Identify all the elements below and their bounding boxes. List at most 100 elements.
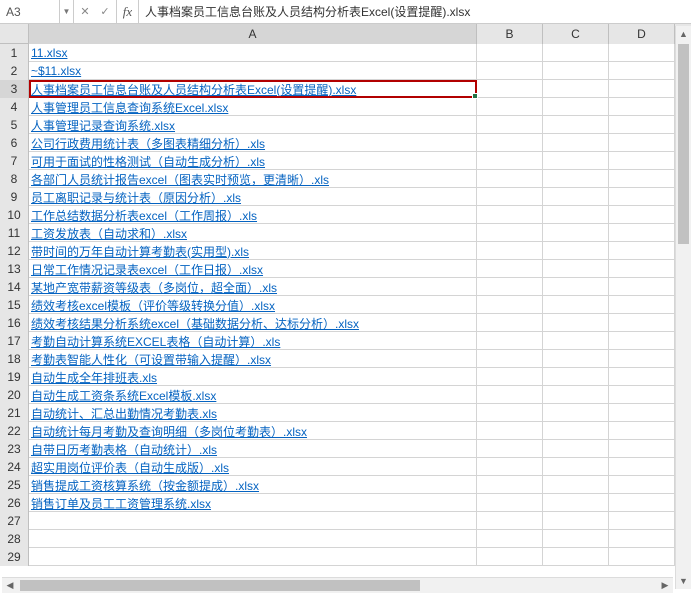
cell[interactable] xyxy=(609,314,675,332)
cell[interactable] xyxy=(543,440,609,458)
file-link[interactable]: 考勤表智能人性化（可设置带输入提醒）.xlsx xyxy=(31,351,271,368)
cell[interactable] xyxy=(477,350,543,368)
chevron-down-icon[interactable]: ▼ xyxy=(60,0,74,23)
cell[interactable] xyxy=(543,116,609,134)
cell[interactable] xyxy=(543,386,609,404)
cell[interactable] xyxy=(543,512,609,530)
cell[interactable] xyxy=(29,548,477,566)
cell[interactable] xyxy=(477,260,543,278)
file-link[interactable]: 某地产宽带薪资等级表（多岗位，超全面）.xls xyxy=(31,279,277,296)
cell[interactable] xyxy=(609,458,675,476)
scroll-left-icon[interactable]: ◀ xyxy=(2,578,18,593)
cell[interactable]: 11.xlsx xyxy=(29,44,477,62)
file-link[interactable]: 各部门人员统计报告excel（图表实时预览，更清晰）.xls xyxy=(31,171,329,188)
cell[interactable] xyxy=(477,368,543,386)
cell[interactable] xyxy=(543,260,609,278)
cell[interactable] xyxy=(477,512,543,530)
cell[interactable]: 人事管理员工信息查询系统Excel.xlsx xyxy=(29,98,477,116)
cell[interactable] xyxy=(477,152,543,170)
file-link[interactable]: 自动统计、汇总出勤情况考勤表.xls xyxy=(31,405,217,422)
row-header[interactable]: 8 xyxy=(0,170,29,188)
row-header[interactable]: 12 xyxy=(0,242,29,260)
cell[interactable] xyxy=(609,350,675,368)
file-link[interactable]: 销售提成工资核算系统（按金额提成）.xlsx xyxy=(31,477,259,494)
file-link[interactable]: 带时间的万年自动计算考勤表(实用型).xls xyxy=(31,243,249,260)
cell[interactable] xyxy=(543,476,609,494)
cell[interactable] xyxy=(477,404,543,422)
cell[interactable]: 人事档案员工信息台账及人员结构分析表Excel(设置提醒).xlsx xyxy=(29,80,477,98)
cell[interactable] xyxy=(543,98,609,116)
file-link[interactable]: 日常工作情况记录表excel（工作日报）.xlsx xyxy=(31,261,263,278)
cell[interactable]: ~$11.xlsx xyxy=(29,62,477,80)
file-link[interactable]: 销售订单及员工工资管理系统.xlsx xyxy=(31,495,211,512)
file-link[interactable]: 可用于面试的性格测试（自动生成分析）.xls xyxy=(31,153,265,170)
cell[interactable]: 超实用岗位评价表（自动生成版）.xls xyxy=(29,458,477,476)
row-header[interactable]: 28 xyxy=(0,530,29,548)
formula-input[interactable] xyxy=(139,0,691,23)
cell[interactable]: 考勤自动计算系统EXCEL表格（自动计算）.xls xyxy=(29,332,477,350)
cell[interactable] xyxy=(477,296,543,314)
horizontal-scrollbar[interactable]: ◀ ▶ xyxy=(2,577,673,593)
cell[interactable]: 自动统计、汇总出勤情况考勤表.xls xyxy=(29,404,477,422)
file-link[interactable]: 人事管理员工信息查询系统Excel.xlsx xyxy=(31,99,228,116)
cell[interactable]: 自带日历考勤表格（自动统计）.xls xyxy=(29,440,477,458)
cell[interactable] xyxy=(543,278,609,296)
column-header-C[interactable]: C xyxy=(543,24,609,44)
cell[interactable] xyxy=(477,170,543,188)
cell[interactable] xyxy=(609,332,675,350)
cell[interactable] xyxy=(477,224,543,242)
cell[interactable]: 可用于面试的性格测试（自动生成分析）.xls xyxy=(29,152,477,170)
cell[interactable]: 销售提成工资核算系统（按金额提成）.xlsx xyxy=(29,476,477,494)
cell[interactable] xyxy=(477,116,543,134)
file-link[interactable]: 工资发放表（自动求和）.xlsx xyxy=(31,225,187,242)
cell[interactable] xyxy=(543,62,609,80)
row-header[interactable]: 9 xyxy=(0,188,29,206)
file-link[interactable]: 绩效考核结果分析系统excel（基础数据分析、达标分析）.xlsx xyxy=(31,315,359,332)
cell[interactable] xyxy=(609,242,675,260)
cell[interactable] xyxy=(477,494,543,512)
cell[interactable] xyxy=(543,494,609,512)
row-header[interactable]: 24 xyxy=(0,458,29,476)
cell[interactable] xyxy=(543,152,609,170)
scroll-down-icon[interactable]: ▼ xyxy=(676,573,691,589)
cell[interactable] xyxy=(543,422,609,440)
row-header[interactable]: 6 xyxy=(0,134,29,152)
cell[interactable]: 公司行政费用统计表（多图表精细分析）.xls xyxy=(29,134,477,152)
cell[interactable]: 员工离职记录与统计表（原因分析）.xls xyxy=(29,188,477,206)
cell[interactable] xyxy=(609,116,675,134)
row-header[interactable]: 29 xyxy=(0,548,29,566)
cell[interactable] xyxy=(477,386,543,404)
row-header[interactable]: 14 xyxy=(0,278,29,296)
row-header[interactable]: 16 xyxy=(0,314,29,332)
row-header[interactable]: 21 xyxy=(0,404,29,422)
cell[interactable] xyxy=(543,44,609,62)
row-header[interactable]: 4 xyxy=(0,98,29,116)
file-link[interactable]: 11.xlsx xyxy=(31,46,67,60)
scroll-right-icon[interactable]: ▶ xyxy=(657,578,673,593)
cell[interactable] xyxy=(477,62,543,80)
row-header[interactable]: 18 xyxy=(0,350,29,368)
file-link[interactable]: 自带日历考勤表格（自动统计）.xls xyxy=(31,441,217,458)
cell[interactable] xyxy=(477,44,543,62)
cell[interactable]: 某地产宽带薪资等级表（多岗位，超全面）.xls xyxy=(29,278,477,296)
cell[interactable] xyxy=(477,80,543,98)
cell[interactable] xyxy=(477,422,543,440)
name-box[interactable]: A3 xyxy=(0,0,60,23)
cell[interactable] xyxy=(609,386,675,404)
cell[interactable] xyxy=(609,548,675,566)
cell[interactable]: 销售订单及员工工资管理系统.xlsx xyxy=(29,494,477,512)
cell[interactable] xyxy=(609,152,675,170)
cell[interactable] xyxy=(477,134,543,152)
cell[interactable] xyxy=(609,224,675,242)
cell[interactable] xyxy=(543,188,609,206)
file-link[interactable]: 员工离职记录与统计表（原因分析）.xls xyxy=(31,189,241,206)
cell[interactable] xyxy=(609,44,675,62)
column-header-B[interactable]: B xyxy=(477,24,543,44)
file-link[interactable]: 考勤自动计算系统EXCEL表格（自动计算）.xls xyxy=(31,333,280,350)
file-link[interactable]: 自动生成工资条系统Excel模板.xlsx xyxy=(31,387,216,404)
cell[interactable] xyxy=(543,458,609,476)
column-header-A[interactable]: A xyxy=(29,24,477,44)
cell[interactable] xyxy=(477,476,543,494)
cell[interactable]: 各部门人员统计报告excel（图表实时预览，更清晰）.xls xyxy=(29,170,477,188)
row-header[interactable]: 26 xyxy=(0,494,29,512)
